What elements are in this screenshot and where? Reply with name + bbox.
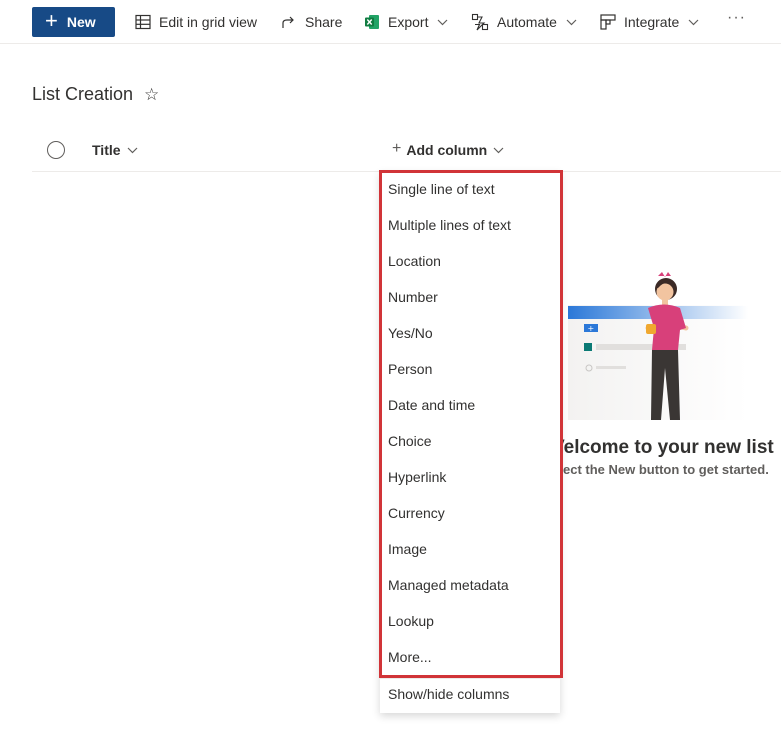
chevron-down-icon: [688, 19, 699, 25]
title-column-header[interactable]: Title: [92, 142, 138, 158]
menu-item-single-line-text[interactable]: Single line of text: [388, 171, 495, 207]
menu-item-location[interactable]: Location: [388, 243, 441, 279]
integrate-icon: [600, 14, 616, 30]
menu-item-multiple-lines-text[interactable]: Multiple lines of text: [388, 207, 511, 243]
plus-icon: +: [45, 8, 58, 33]
title-column-label: Title: [92, 142, 121, 158]
menu-item-number[interactable]: Number: [388, 279, 438, 315]
chevron-down-icon: [127, 147, 137, 153]
menu-item-managed-metadata[interactable]: Managed metadata: [388, 567, 509, 603]
grid-icon: [135, 14, 151, 30]
menu-item-choice[interactable]: Choice: [388, 423, 432, 459]
menu-item-date-and-time[interactable]: Date and time: [388, 387, 475, 423]
automate-button[interactable]: Automate: [471, 11, 577, 33]
add-column-label: Add column: [406, 142, 488, 158]
share-button[interactable]: Share: [281, 11, 342, 33]
export-label: Export: [388, 14, 429, 30]
menu-item-more[interactable]: More...: [388, 639, 432, 675]
chevron-down-icon: [493, 147, 504, 153]
empty-list-illustration: +: [568, 268, 781, 428]
menu-item-yes-no[interactable]: Yes/No: [388, 315, 433, 351]
add-column-button[interactable]: + Add column: [392, 140, 504, 158]
empty-state-subtext: ect the New button to get started.: [563, 462, 769, 477]
menu-item-show-hide-columns[interactable]: Show/hide columns: [388, 676, 509, 712]
excel-icon: [365, 15, 379, 29]
menu-item-lookup[interactable]: Lookup: [388, 603, 434, 639]
favorite-star-icon[interactable]: ☆: [144, 85, 159, 105]
command-bar: + New Edit in grid view Share Export Aut…: [0, 0, 781, 44]
more-options-button[interactable]: ···: [727, 9, 746, 27]
edit-grid-view-label: Edit in grid view: [159, 14, 258, 30]
edit-grid-view-button[interactable]: Edit in grid view: [135, 11, 257, 33]
page-title: List Creation: [32, 84, 134, 104]
select-all-radio[interactable]: [47, 141, 65, 159]
menu-item-person[interactable]: Person: [388, 351, 432, 387]
ellipsis-icon: ···: [727, 9, 746, 26]
automate-label: Automate: [497, 14, 557, 30]
menu-item-hyperlink[interactable]: Hyperlink: [388, 459, 446, 495]
svg-text:+: +: [588, 324, 595, 333]
automate-icon: [471, 13, 489, 31]
add-column-menu: Single line of text Multiple lines of te…: [380, 171, 560, 713]
chevron-down-icon: [566, 19, 577, 25]
new-button-label: New: [66, 14, 96, 30]
integrate-button[interactable]: Integrate: [600, 11, 699, 33]
export-button[interactable]: Export: [364, 11, 448, 33]
chevron-down-icon: [438, 19, 448, 25]
column-header-row: Title + Add column: [32, 134, 781, 172]
share-icon: [282, 16, 294, 28]
integrate-label: Integrate: [624, 14, 680, 30]
plus-icon: +: [392, 140, 402, 157]
new-button[interactable]: + New: [32, 7, 115, 37]
empty-state-heading: Velcome to your new list: [552, 437, 774, 458]
menu-item-image[interactable]: Image: [388, 531, 427, 567]
menu-item-currency[interactable]: Currency: [388, 495, 445, 531]
share-label: Share: [305, 14, 343, 30]
